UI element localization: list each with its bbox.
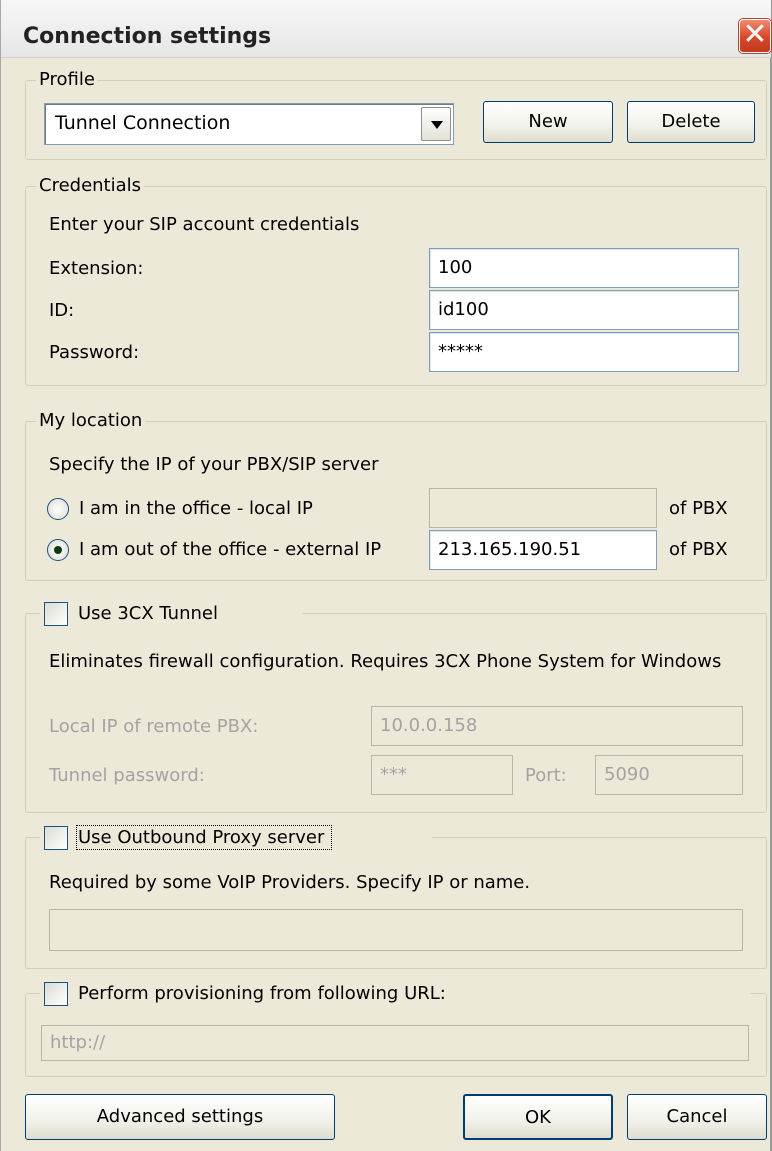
- profile-select[interactable]: Tunnel Connection: [44, 103, 454, 145]
- ok-button[interactable]: OK: [463, 1094, 613, 1140]
- credentials-legend: Credentials: [36, 174, 145, 198]
- window-title: Connection settings: [23, 24, 272, 49]
- external-ip-field[interactable]: 213.165.190.51: [429, 530, 657, 570]
- delete-profile-button[interactable]: Delete: [627, 101, 755, 143]
- connection-settings-dialog: Connection settings ✕ Profile Tunnel Con…: [0, 0, 772, 1151]
- provisioning-legend: Perform provisioning from following URL:: [40, 981, 750, 1007]
- tunnel-legend: Use 3CX Tunnel: [40, 601, 302, 627]
- local-ip-field[interactable]: [429, 488, 657, 528]
- proxy-checkbox-label[interactable]: Use Outbound Proxy server: [75, 825, 333, 850]
- local-ip-radio[interactable]: [47, 498, 69, 520]
- tunnel-port-label: Port:: [525, 765, 567, 786]
- local-ip-suffix: of PBX: [669, 498, 728, 519]
- title-bar: Connection settings ✕: [1, 0, 771, 58]
- tunnel-password-label: Tunnel password:: [49, 765, 205, 786]
- chevron-down-icon[interactable]: [421, 107, 451, 141]
- extension-label: Extension:: [49, 258, 144, 279]
- proxy-checkbox[interactable]: [44, 826, 68, 850]
- external-ip-suffix: of PBX: [669, 539, 728, 560]
- proxy-description: Required by some VoIP Providers. Specify…: [49, 872, 531, 893]
- profile-legend: Profile: [36, 68, 98, 92]
- password-label: Password:: [49, 342, 140, 363]
- tunnel-port-field[interactable]: 5090: [595, 755, 743, 795]
- new-profile-button[interactable]: New: [483, 101, 613, 143]
- tunnel-description: Eliminates firewall configuration. Requi…: [49, 650, 729, 673]
- profile-selected-value: Tunnel Connection: [55, 112, 231, 134]
- id-field[interactable]: id100: [429, 290, 739, 330]
- credentials-hint: Enter your SIP account credentials: [49, 214, 360, 235]
- proxy-field[interactable]: [49, 909, 743, 951]
- location-legend: My location: [36, 409, 146, 433]
- close-icon[interactable]: ✕: [739, 19, 771, 53]
- proxy-legend: Use Outbound Proxy server: [40, 825, 432, 851]
- tunnel-checkbox-label[interactable]: Use 3CX Tunnel: [78, 603, 224, 624]
- advanced-settings-button[interactable]: Advanced settings: [25, 1094, 335, 1140]
- provisioning-checkbox[interactable]: [44, 982, 68, 1006]
- id-label: ID:: [49, 300, 75, 321]
- external-ip-radio[interactable]: [47, 539, 69, 561]
- provisioning-checkbox-label[interactable]: Perform provisioning from following URL:: [78, 983, 452, 1004]
- password-field[interactable]: *****: [429, 332, 739, 372]
- external-ip-label[interactable]: I am out of the office - external IP: [79, 539, 381, 561]
- tunnel-description-text: Eliminates firewall configuration. Requi…: [49, 651, 722, 672]
- tunnel-local-ip-label: Local IP of remote PBX:: [49, 716, 259, 737]
- provisioning-url-field[interactable]: http://: [41, 1025, 749, 1061]
- cancel-button[interactable]: Cancel: [627, 1094, 767, 1140]
- tunnel-password-field[interactable]: ***: [371, 755, 513, 795]
- tunnel-checkbox[interactable]: [44, 602, 68, 626]
- location-hint: Specify the IP of your PBX/SIP server: [49, 454, 379, 475]
- tunnel-local-ip-field[interactable]: 10.0.0.158: [371, 706, 743, 746]
- local-ip-label[interactable]: I am in the office - local IP: [79, 498, 313, 520]
- extension-field[interactable]: 100: [429, 248, 739, 288]
